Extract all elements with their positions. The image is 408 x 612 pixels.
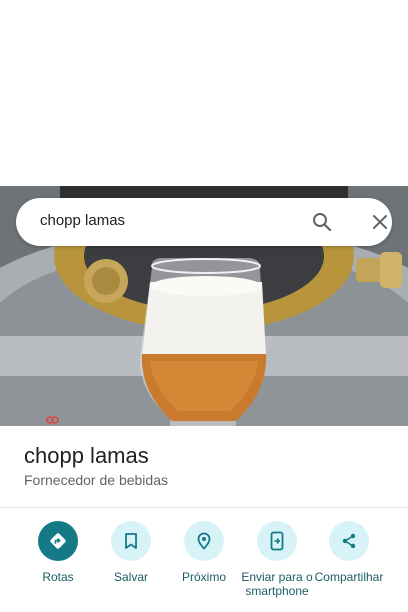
bookmark-icon [125,533,137,549]
save-label: Salvar [113,570,148,584]
action-bar: Rotas Salvar Próximo Enviar para o smart… [0,520,408,612]
search-input[interactable]: chopp lamas [40,212,125,229]
close-icon [373,215,387,229]
search-button[interactable] [308,208,336,236]
search-bar[interactable]: chopp lamas [16,198,392,246]
directions-button[interactable]: Rotas [21,520,95,584]
send-to-phone-label: Enviar para o smartphone [241,570,313,598]
clear-search-button[interactable] [366,208,394,236]
directions-label: Rotas [42,570,74,584]
place-category: Fornecedor de bebidas [24,472,168,488]
share-button[interactable]: Compartilhar [312,520,386,584]
search-icon [313,213,332,232]
send-to-phone-icon [270,531,284,551]
save-button[interactable]: Salvar [94,520,168,584]
directions-icon [50,533,66,549]
share-label: Compartilhar [314,570,384,584]
map-area [0,0,408,186]
place-title: chopp lamas [24,443,149,468]
send-to-phone-button[interactable]: Enviar para o smartphone [240,520,314,598]
divider [0,507,408,508]
nearby-icon [197,532,211,550]
nearby-label: Próximo [181,570,226,584]
nearby-button[interactable]: Próximo [167,520,241,584]
share-icon [342,533,356,549]
